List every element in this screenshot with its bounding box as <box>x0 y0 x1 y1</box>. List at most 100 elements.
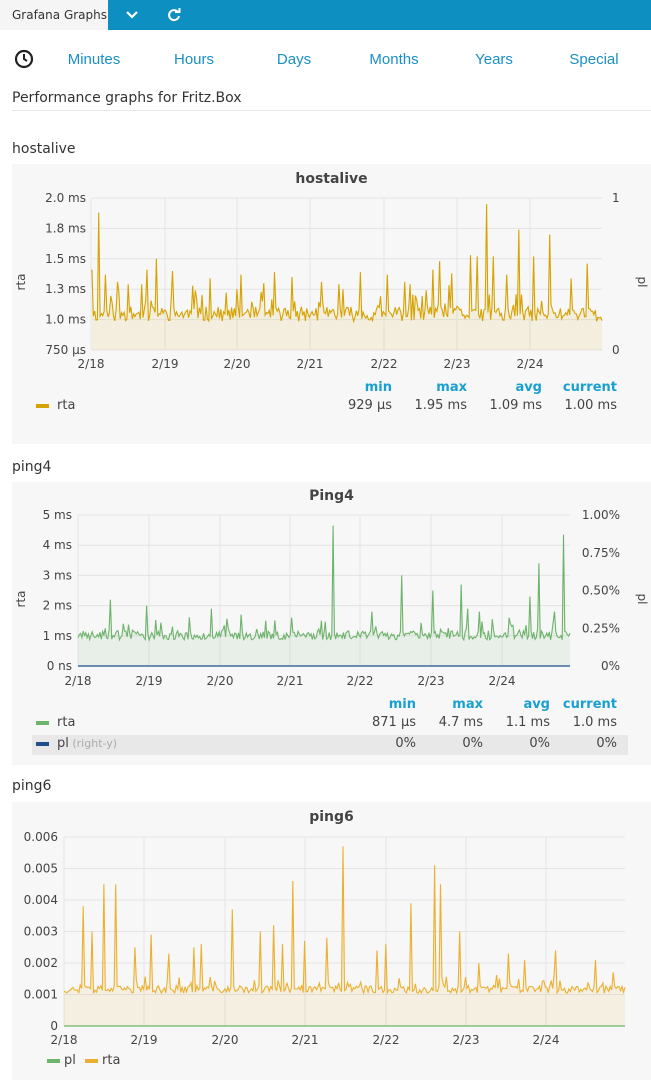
y-tick-label: 0.006 <box>24 830 58 844</box>
y-tick-label: 4 ms <box>43 538 72 552</box>
series-line-rta <box>91 204 603 324</box>
tab-special[interactable]: Special <box>549 42 639 78</box>
x-tick-label: 2/22 <box>371 357 398 371</box>
refresh-icon[interactable] <box>156 0 192 30</box>
y-tick-label: 1.0 ms <box>45 313 86 327</box>
legend-value-min: 871 µs <box>372 715 416 730</box>
legend-value-avg: 1.09 ms <box>489 398 542 413</box>
y-tick-label: 1.8 ms <box>45 221 86 235</box>
y-tick-label: 0 <box>50 1019 58 1033</box>
y-tick-label: 2 ms <box>43 599 72 613</box>
panel-hostalive: hostalive 750 µs 1.0 ms 1.3 ms 1.5 ms 1.8 ms… <box>12 164 651 444</box>
legend-series-name: rta <box>102 1053 120 1068</box>
legend-header-avg: avg <box>515 380 542 395</box>
top-navbar: Grafana Graphs <box>0 0 651 30</box>
tab-months[interactable]: Months <box>349 42 439 78</box>
x-tick-label: 2/19 <box>136 674 163 688</box>
x-tick-label: 2/24 <box>517 357 544 371</box>
legend-series-name: rta <box>57 398 75 413</box>
x-tick-label: 2/21 <box>277 674 304 688</box>
y-right-tick-label: 0% <box>601 659 620 673</box>
y-axis-label: rta <box>14 274 28 291</box>
legend-value-max: 1.95 ms <box>414 398 467 413</box>
section-title-ping6: ping6 <box>12 778 52 794</box>
legend-header-max: max <box>452 697 483 712</box>
x-tick-label: 2/20 <box>207 674 234 688</box>
legend-color-key <box>36 404 49 408</box>
panel-ping6: ping6 0 0.001 0.002 0.003 0.004 0.005 0.006 2/1… <box>12 802 651 1080</box>
y-right-tick-label: 1.00% <box>582 508 620 522</box>
y-tick-label: 1.3 ms <box>45 282 86 296</box>
y-tick-label: 5 ms <box>43 508 72 522</box>
legend-header-avg: avg <box>523 697 550 712</box>
app-brand[interactable]: Grafana Graphs <box>0 0 108 30</box>
series-area-rta <box>92 204 602 350</box>
legend-series-name: pl (right-y) <box>57 736 117 751</box>
x-tick-label: 2/21 <box>292 1033 319 1047</box>
chevron-down-icon[interactable] <box>114 0 150 30</box>
legend-color-key <box>47 1059 60 1063</box>
y-right-tick-label: 0.50% <box>582 584 620 598</box>
y-tick-label: 0.004 <box>24 893 58 907</box>
x-tick-label: 2/19 <box>152 357 179 371</box>
legend-color-key <box>36 721 49 725</box>
y-axis-label: rta <box>14 591 28 608</box>
legend-value-min: 0% <box>395 736 416 751</box>
series-area-rta <box>78 525 570 666</box>
x-tick-label: 2/20 <box>224 357 251 371</box>
x-tick-label: 2/19 <box>131 1033 158 1047</box>
legend-value-current: 0% <box>596 736 617 751</box>
panel-ping4: Ping4 0 ns 1 ms 2 ms 3 ms 4 ms 5 ms 2/18 2/19 2/… <box>12 482 651 765</box>
tab-hours[interactable]: Hours <box>149 42 239 78</box>
y-right-tick-label: 1 <box>612 191 620 205</box>
x-tick-label: 2/22 <box>373 1033 400 1047</box>
legend-color-key <box>36 742 49 746</box>
y-tick-label: 3 ms <box>43 568 72 582</box>
legend-header-max: max <box>436 380 467 395</box>
y-tick-label: 0.001 <box>24 988 58 1002</box>
divider <box>12 110 651 111</box>
x-tick-label: 2/23 <box>418 674 445 688</box>
x-tick-label: 2/24 <box>489 674 516 688</box>
legend-value-max: 4.7 ms <box>439 715 483 730</box>
y-tick-label: 0.003 <box>24 925 58 939</box>
section-title-ping4: ping4 <box>12 459 52 475</box>
section-title-hostalive: hostalive <box>12 141 76 157</box>
x-tick-label: 2/21 <box>297 357 324 371</box>
y-right-tick-label: 0 <box>612 343 620 357</box>
x-tick-label: 2/24 <box>533 1033 560 1047</box>
legend-header-current: current <box>563 380 617 395</box>
y-axis-label-right: pl <box>635 277 649 288</box>
legend-value-max: 0% <box>462 736 483 751</box>
legend-color-key <box>85 1059 98 1063</box>
legend-value-avg: 0% <box>529 736 550 751</box>
legend-header-min: min <box>365 380 392 395</box>
y-right-tick-label: 0.25% <box>582 621 620 635</box>
legend-value-current: 1.0 ms <box>573 715 617 730</box>
chart-ping6: 0 0.001 0.002 0.003 0.004 0.005 0.006 2/18 2/19 2… <box>24 830 626 1068</box>
y-tick-label: 1.5 ms <box>45 252 86 266</box>
legend-series-name: rta <box>57 715 75 730</box>
y-tick-label: 0.002 <box>24 956 58 970</box>
x-tick-label: 2/23 <box>444 357 471 371</box>
tab-days[interactable]: Days <box>249 42 339 78</box>
tab-minutes[interactable]: Minutes <box>49 42 139 78</box>
y-tick-label: 0 ns <box>47 659 72 673</box>
page-title: Performance graphs for Fritz.Box <box>12 90 242 106</box>
y-tick-label: 0.005 <box>24 862 58 876</box>
legend-value-avg: 1.1 ms <box>506 715 550 730</box>
tab-years[interactable]: Years <box>449 42 539 78</box>
x-tick-label: 2/23 <box>453 1033 480 1047</box>
legend-value-current: 1.00 ms <box>564 398 617 413</box>
legend-header-current: current <box>563 697 617 712</box>
y-tick-label: 750 µs <box>45 343 86 357</box>
x-tick-label: 2/18 <box>78 357 105 371</box>
clock-icon <box>14 49 34 73</box>
y-axis-label-right: pl <box>635 594 649 605</box>
legend-series-suffix: (right-y) <box>69 737 117 750</box>
chart-ping4: 0 ns 1 ms 2 ms 3 ms 4 ms 5 ms 2/18 2/19 2/20 2/21… <box>14 508 649 755</box>
time-range-tabs: Minutes Hours Days Months Years Special <box>0 42 651 78</box>
y-right-tick-label: 0.75% <box>582 546 620 560</box>
y-tick-label: 1 ms <box>43 629 72 643</box>
legend-series-name: pl <box>64 1053 76 1068</box>
